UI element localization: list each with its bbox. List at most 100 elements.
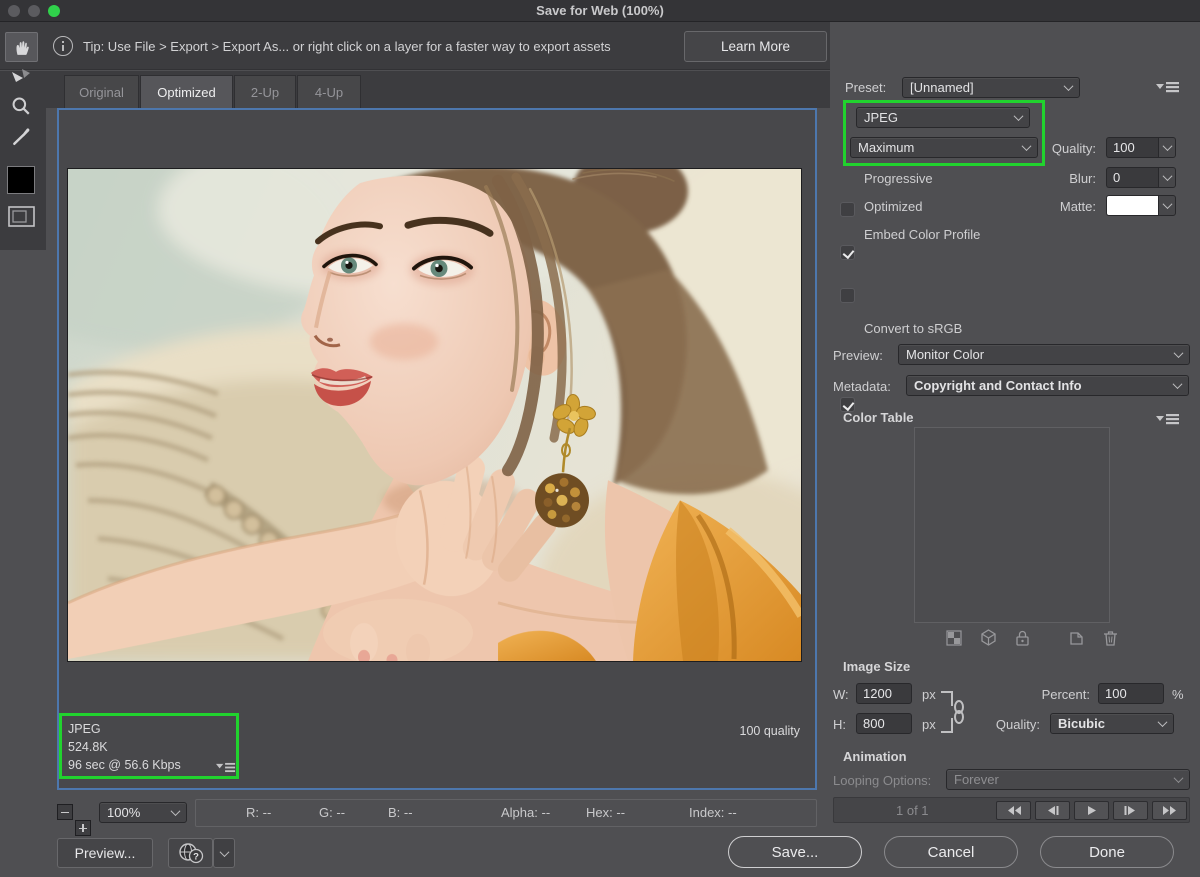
eyedropper-color-swatch[interactable] — [7, 166, 35, 194]
matte-label: Matte: — [1042, 199, 1096, 214]
chevron-down-icon — [1022, 141, 1032, 151]
color-table-new-color-icon[interactable] — [1068, 629, 1085, 646]
cancel-button[interactable]: Cancel — [884, 836, 1018, 868]
animation-title: Animation — [843, 749, 907, 764]
format-dropdown[interactable]: JPEG — [856, 107, 1030, 128]
zoom-in-button[interactable] — [75, 820, 91, 836]
tab-original[interactable]: Original — [64, 75, 139, 108]
eyedropper-tool-button[interactable] — [11, 126, 31, 146]
percent-unit: % — [1172, 687, 1184, 702]
zoom-tool-button[interactable] — [11, 96, 31, 116]
chevron-down-icon — [1158, 717, 1168, 727]
matte-color-swatch[interactable] — [1106, 195, 1158, 216]
looping-options-label: Looping Options: — [833, 773, 931, 788]
height-input[interactable]: 800 — [856, 713, 912, 734]
browser-select-chevron[interactable] — [213, 838, 235, 868]
looping-options-dropdown: Forever — [946, 769, 1190, 790]
next-frame-icon — [1124, 805, 1137, 816]
next-frame-button[interactable] — [1113, 801, 1148, 820]
hand-tool-button[interactable] — [5, 32, 38, 62]
chevron-down-icon — [1064, 81, 1074, 91]
matte-stepper[interactable] — [1158, 195, 1176, 216]
chevron-down-icon — [1174, 773, 1184, 783]
save-button[interactable]: Save... — [728, 836, 862, 868]
color-table-title: Color Table — [843, 410, 914, 425]
tab-2up[interactable]: 2-Up — [234, 75, 296, 108]
tab-optimized[interactable]: Optimized — [140, 75, 233, 108]
zoom-level-select[interactable]: 100% — [99, 802, 187, 823]
play-icon — [1086, 805, 1097, 816]
readout-b: B: -- — [388, 805, 413, 820]
matte-field[interactable] — [1106, 195, 1176, 216]
status-format: JPEG — [68, 720, 101, 738]
browser-select-button[interactable]: ? — [168, 838, 213, 868]
done-button[interactable]: Done — [1040, 836, 1174, 868]
minus-icon — [61, 812, 69, 814]
tab-4up[interactable]: 4-Up — [297, 75, 361, 108]
preview-in-browser-button[interactable]: Preview... — [57, 838, 153, 868]
preview-image[interactable] — [67, 168, 802, 662]
toggle-slices-button[interactable] — [8, 206, 35, 227]
chevron-down-icon — [219, 847, 229, 857]
blur-field[interactable]: 0 — [1106, 167, 1176, 188]
panel-menu-icon[interactable] — [1156, 81, 1180, 93]
color-table-delete-icon[interactable] — [1102, 629, 1119, 646]
preview-label: Preview: — [833, 348, 883, 363]
height-label: H: — [833, 717, 846, 732]
chevron-down-icon — [171, 806, 181, 816]
color-table-lock-icon[interactable] — [1014, 629, 1031, 646]
readout-index: Index: -- — [689, 805, 737, 820]
progressive-checkbox[interactable] — [840, 202, 855, 217]
zoom-out-button[interactable] — [57, 804, 73, 820]
slice-select-tool-button[interactable] — [10, 68, 32, 86]
first-frame-button[interactable] — [996, 801, 1031, 820]
save-for-web-dialog: Save for Web (100%) Tip: — [0, 0, 1200, 877]
color-table-web-shift-icon[interactable] — [980, 629, 997, 646]
embed-color-profile-checkbox[interactable] — [840, 288, 855, 303]
chevron-down-icon — [1162, 199, 1172, 209]
play-button[interactable] — [1074, 801, 1109, 820]
status-menu-icon[interactable] — [216, 762, 236, 773]
chevron-down-icon — [1162, 171, 1172, 181]
previous-frame-icon — [1046, 805, 1059, 816]
info-icon — [53, 36, 73, 56]
browser-globe-icon: ? — [178, 842, 204, 864]
readout-g: G: -- — [319, 805, 345, 820]
status-quality-note: 100 quality — [660, 722, 800, 740]
convert-srgb-label: Convert to sRGB — [864, 321, 962, 336]
quality-stepper[interactable] — [1158, 137, 1176, 158]
previous-frame-button[interactable] — [1035, 801, 1070, 820]
plus-icon — [82, 824, 84, 832]
chevron-down-icon — [1162, 141, 1172, 151]
color-table-menu-icon[interactable] — [1156, 413, 1180, 425]
learn-more-button[interactable]: Learn More — [684, 31, 827, 62]
readout-alpha: Alpha: -- — [501, 805, 550, 820]
width-unit: px — [922, 687, 936, 702]
first-frame-icon — [1006, 805, 1022, 816]
blur-stepper[interactable] — [1158, 167, 1176, 188]
preview-dropdown[interactable]: Monitor Color — [898, 344, 1190, 365]
zoom-tool-icon — [11, 96, 31, 116]
constrain-proportions-link-icon[interactable] — [940, 688, 968, 736]
readout-hex: Hex: -- — [586, 805, 625, 820]
resample-quality-dropdown[interactable]: Bicubic — [1050, 713, 1174, 734]
status-file-size: 524.8K — [68, 738, 108, 756]
width-input[interactable]: 1200 — [856, 683, 912, 704]
color-readout-strip: R: -- G: -- B: -- Alpha: -- Hex: -- Inde… — [195, 799, 817, 827]
compression-quality-dropdown[interactable]: Maximum — [850, 137, 1038, 158]
preset-label: Preset: — [845, 80, 886, 95]
width-label: W: — [833, 687, 849, 702]
optimized-checkbox[interactable] — [840, 245, 855, 260]
color-table-transparency-icon[interactable] — [946, 630, 962, 646]
optimized-label: Optimized — [864, 199, 923, 214]
quality-field[interactable]: 100 — [1106, 137, 1176, 158]
hand-icon — [13, 38, 31, 56]
last-frame-button[interactable] — [1152, 801, 1187, 820]
percent-input[interactable]: 100 — [1098, 683, 1164, 704]
metadata-label: Metadata: — [833, 379, 891, 394]
animation-frame-bar: 1 of 1 — [833, 797, 1190, 823]
last-frame-icon — [1162, 805, 1178, 816]
status-download-time: 96 sec @ 56.6 Kbps — [68, 756, 181, 774]
preset-dropdown[interactable]: [Unnamed] — [902, 77, 1080, 98]
metadata-dropdown[interactable]: Copyright and Contact Info — [906, 375, 1189, 396]
